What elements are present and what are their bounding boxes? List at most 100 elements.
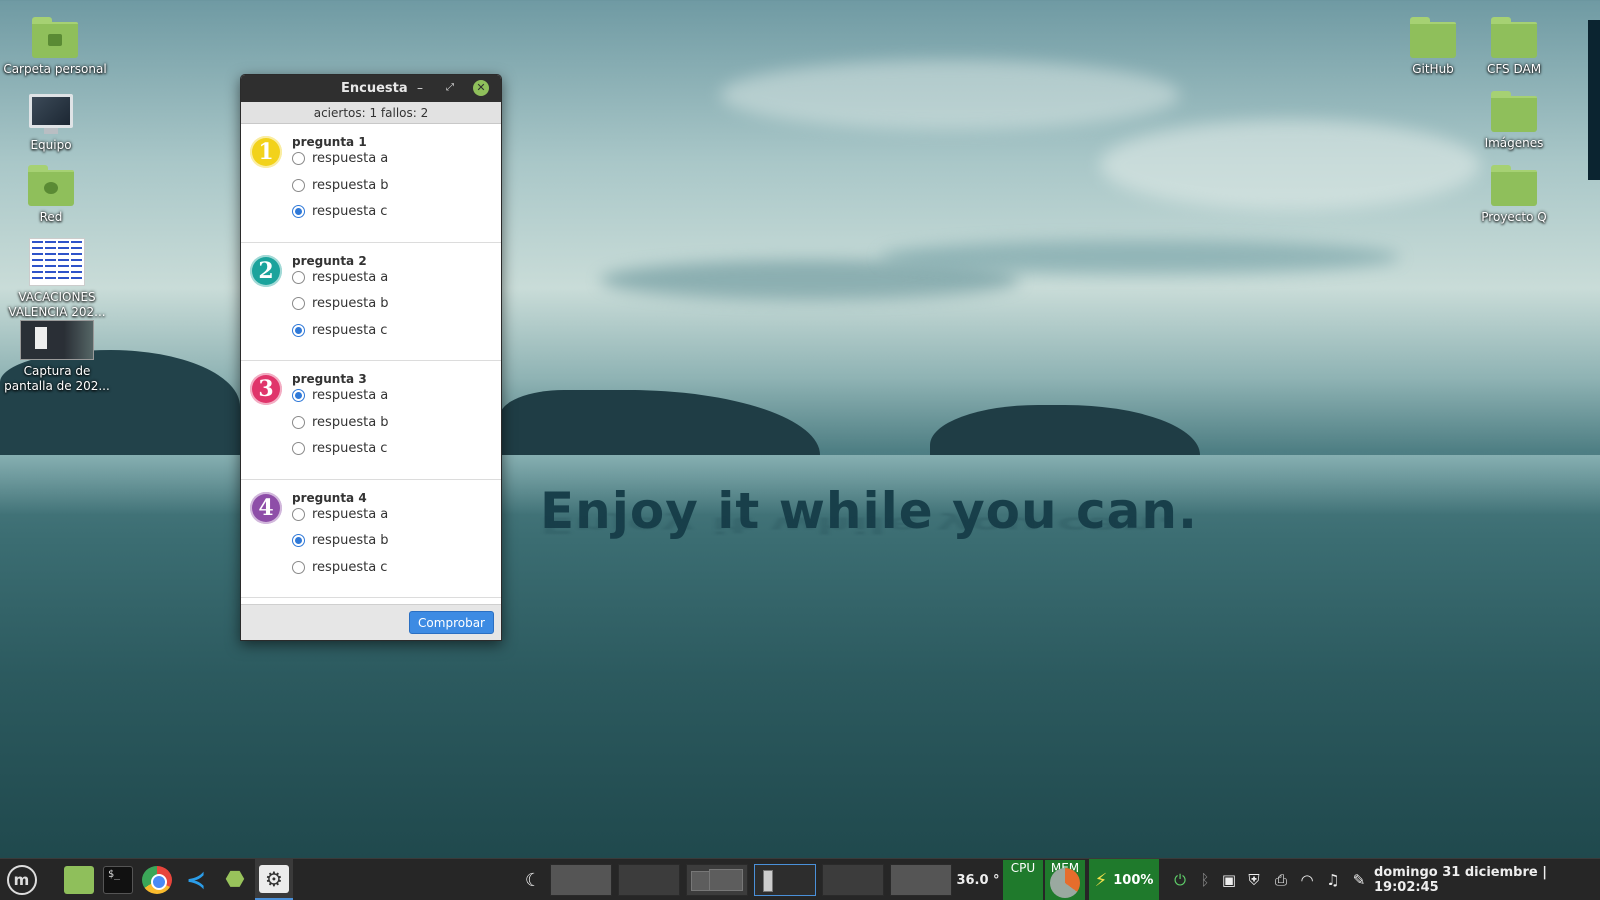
desktop-icon-label: GitHub (1412, 62, 1454, 76)
desktop-icon-computer[interactable]: Equipo (0, 94, 106, 153)
answer-label: respuesta a (312, 506, 389, 522)
wallpaper-cloud (720, 60, 1180, 130)
answer-option[interactable]: respuesta a (292, 151, 388, 166)
desktop-icon-network[interactable]: Red (0, 165, 106, 225)
terminal-icon: $_ (103, 866, 133, 894)
radio-unchecked-icon[interactable] (292, 507, 305, 521)
sound-tray[interactable]: ♫ (1322, 859, 1344, 900)
answer-option[interactable]: respuesta a (292, 270, 388, 285)
network-folder-icon (28, 165, 74, 206)
answer-label: respuesta a (312, 388, 389, 403)
battery-percent: 100% (1113, 872, 1154, 888)
question-title: pregunta 1 (292, 135, 367, 149)
window-titlebar[interactable]: Encuesta – ⤢ ✕ (241, 75, 501, 102)
answer-option[interactable]: respuesta c (292, 560, 387, 575)
screenshot-thumbnail-icon (20, 320, 94, 360)
radio-unchecked-icon[interactable] (292, 415, 305, 429)
answer-option[interactable]: respuesta c (292, 204, 387, 219)
gear-icon: ⚙ (259, 864, 289, 893)
clipboard-tray[interactable]: ▣ (1218, 859, 1240, 900)
answer-option[interactable]: respuesta b (292, 533, 389, 548)
radio-unchecked-icon[interactable] (292, 442, 305, 455)
taskbar-app-settings[interactable]: ⚙ (255, 859, 293, 900)
encuesta-window: Encuesta – ⤢ ✕ aciertos: 1 fallos: 2 1 pr… (240, 74, 502, 641)
comprobar-button[interactable]: Comprobar (409, 611, 494, 634)
clipboard-icon: ▣ (1221, 871, 1237, 889)
workspace-3[interactable] (686, 864, 748, 896)
answer-label: respuesta c (312, 441, 388, 456)
desktop-icon-cfs-dam[interactable]: CFS DAM (1474, 17, 1554, 77)
maximize-icon[interactable]: ⤢ (442, 80, 458, 96)
clock-text: domingo 31 diciembre | 19:02:45 (1374, 865, 1547, 895)
answer-label: respuesta c (312, 559, 388, 575)
clock-applet[interactable]: domingo 31 diciembre | 19:02:45 (1374, 859, 1584, 900)
answer-label: respuesta c (312, 322, 388, 338)
document-thumbnail-icon (29, 238, 85, 286)
question-number-badge: 3 (250, 373, 282, 405)
desktop-icon-imagenes[interactable]: Imágenes (1474, 91, 1554, 151)
battery-applet[interactable]: ⚡ 100% (1089, 859, 1159, 900)
radio-unchecked-icon[interactable] (292, 178, 305, 192)
answer-option[interactable]: respuesta c (292, 441, 387, 456)
wifi-tray[interactable]: ◠ (1296, 859, 1318, 900)
desktop-icon-vacaciones[interactable]: VACACIONES VALENCIA 202... (2, 238, 112, 320)
desktop-icon-label: Red (39, 210, 63, 224)
desktop-icon-label: CFS DAM (1486, 62, 1542, 76)
minimize-icon[interactable]: – (412, 80, 428, 96)
answer-option[interactable]: respuesta b (292, 415, 389, 430)
answer-option[interactable]: respuesta a (292, 507, 388, 522)
folder-icon (64, 866, 94, 894)
taskbar-app-chrome[interactable] (138, 859, 176, 900)
memory-monitor[interactable]: MEM (1045, 860, 1085, 900)
memory-pie-icon (1050, 868, 1080, 898)
answer-option[interactable]: respuesta c (292, 323, 387, 338)
desktop-icon-github[interactable]: GitHub (1393, 17, 1473, 77)
shield-tray[interactable]: ⛨ (1243, 859, 1265, 900)
night-light-toggle[interactable]: ☾ (520, 859, 546, 900)
taskbar-app-terminal[interactable]: $_ (99, 859, 137, 900)
answer-option[interactable]: respuesta b (292, 178, 389, 193)
workspace-1[interactable] (550, 864, 612, 896)
window-title: Encuesta (341, 81, 408, 96)
bluetooth-tray[interactable]: ᛒ (1195, 859, 1215, 900)
bluetooth-icon: ᛒ (1200, 871, 1210, 889)
wallpaper-island-mid (500, 390, 820, 455)
radio-unchecked-icon[interactable] (292, 270, 305, 284)
radio-unchecked-icon[interactable] (292, 297, 305, 310)
temperature-applet[interactable]: 36.0 ° (955, 859, 1001, 900)
folder-icon (1491, 17, 1537, 58)
answer-option[interactable]: respuesta b (292, 296, 389, 311)
wifi-icon: ◠ (1300, 871, 1314, 889)
close-icon[interactable]: ✕ (473, 80, 489, 96)
folder-icon (1491, 91, 1537, 132)
radio-checked-icon[interactable] (292, 389, 305, 402)
window-footer: Comprobar (241, 604, 501, 640)
taskbar-app-android[interactable]: ⬣ (216, 859, 254, 900)
desktop-icon-label: Captura de pantalla de 202... (4, 364, 110, 393)
radio-checked-icon[interactable] (292, 323, 305, 337)
question-title: pregunta 3 (292, 372, 367, 386)
taskbar-app-vscode[interactable]: ≺ (177, 859, 215, 900)
desktop-icon-proyecto-q[interactable]: Proyecto Q (1474, 165, 1554, 225)
answer-label: respuesta a (312, 269, 389, 285)
question-number-badge: 1 (250, 136, 282, 168)
power-tray[interactable]: ⏻ (1168, 859, 1192, 900)
radio-unchecked-icon[interactable] (292, 560, 305, 574)
question-list: 1 pregunta 1 respuesta a respuesta b respues… (241, 124, 501, 598)
notes-tray[interactable]: ✎ (1348, 859, 1370, 900)
radio-unchecked-icon[interactable] (292, 152, 305, 165)
workspace-5[interactable] (822, 864, 884, 896)
radio-checked-icon[interactable] (292, 205, 305, 218)
answer-label: respuesta c (312, 204, 388, 219)
workspace-2[interactable] (618, 864, 680, 896)
desktop-icon-home[interactable]: Carpeta personal (0, 17, 110, 77)
answer-option[interactable]: respuesta a (292, 388, 388, 403)
menu-button[interactable]: m (5, 859, 38, 900)
cpu-monitor[interactable]: CPU (1003, 860, 1043, 900)
printer-tray[interactable]: ⎙ (1270, 859, 1292, 900)
radio-checked-icon[interactable] (292, 534, 305, 547)
desktop-icon-screenshot[interactable]: Captura de pantalla de 202... (2, 320, 112, 394)
workspace-4[interactable] (754, 864, 816, 896)
taskbar-app-files[interactable] (60, 859, 98, 900)
workspace-6[interactable] (890, 864, 952, 896)
